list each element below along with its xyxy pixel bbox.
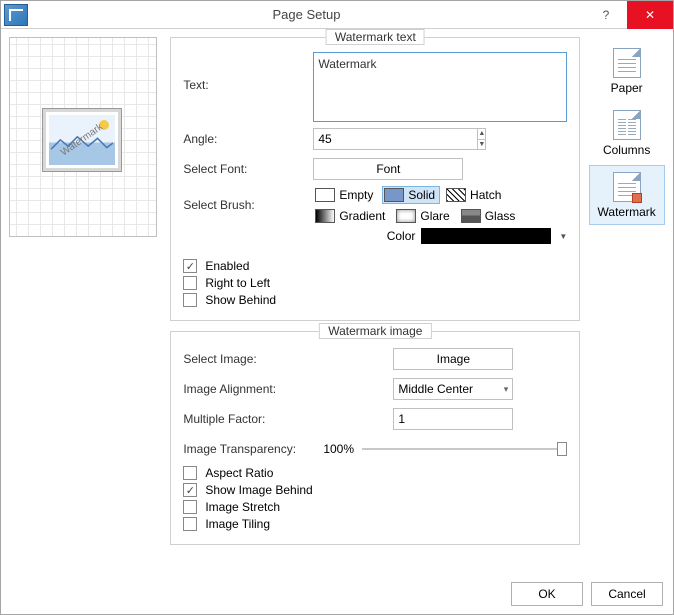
watermark-image-legend: Watermark image xyxy=(319,323,431,339)
page-preview: Watermark xyxy=(9,37,157,237)
angle-label: Angle: xyxy=(183,132,313,146)
show-behind-checkbox[interactable]: Show Behind xyxy=(183,293,567,307)
brush-solid[interactable]: Solid xyxy=(382,186,440,204)
alignment-label: Image Alignment: xyxy=(183,382,393,396)
brush-empty[interactable]: Empty xyxy=(313,186,378,204)
paper-icon xyxy=(613,48,641,78)
multiple-input[interactable] xyxy=(393,408,513,430)
transparency-label: Image Transparency: xyxy=(183,442,323,456)
category-sidebar: Paper Columns Watermark xyxy=(588,37,665,574)
text-label: Text: xyxy=(183,52,313,92)
watermark-text-group: Watermark text Text: Angle: ▲ ▼ xyxy=(170,37,580,321)
watermark-icon xyxy=(613,172,641,202)
sidebar-item-watermark[interactable]: Watermark xyxy=(589,165,665,225)
angle-up[interactable]: ▲ xyxy=(478,129,485,139)
angle-input[interactable] xyxy=(313,128,478,150)
angle-down[interactable]: ▼ xyxy=(478,139,485,150)
image-button[interactable]: Image xyxy=(393,348,513,370)
alignment-select[interactable]: Middle Center xyxy=(393,378,513,400)
watermark-text-input[interactable] xyxy=(313,52,567,122)
color-label: Color xyxy=(387,229,416,243)
ok-button[interactable]: OK xyxy=(511,582,583,606)
brush-glare[interactable]: Glare xyxy=(394,207,454,225)
select-brush-label: Select Brush: xyxy=(183,186,313,212)
multiple-label: Multiple Factor: xyxy=(183,412,393,426)
close-button[interactable]: ✕ xyxy=(627,1,673,29)
transparency-slider[interactable] xyxy=(362,440,567,458)
titlebar: Page Setup ? ✕ xyxy=(1,1,673,29)
brush-hatch[interactable]: Hatch xyxy=(444,186,506,204)
aspect-ratio-checkbox[interactable]: Aspect Ratio xyxy=(183,466,567,480)
dialog-footer: OK Cancel xyxy=(1,574,673,614)
image-tiling-checkbox[interactable]: Image Tiling xyxy=(183,517,567,531)
cancel-button[interactable]: Cancel xyxy=(591,582,663,606)
brush-gradient[interactable]: Gradient xyxy=(313,207,390,225)
select-image-label: Select Image: xyxy=(183,352,393,366)
sidebar-item-columns[interactable]: Columns xyxy=(589,103,665,163)
color-dropdown-icon[interactable]: ▼ xyxy=(559,232,567,241)
transparency-value: 100% xyxy=(323,442,354,456)
font-button[interactable]: Font xyxy=(313,158,463,180)
show-image-behind-checkbox[interactable]: ✓Show Image Behind xyxy=(183,483,567,497)
color-swatch[interactable] xyxy=(421,228,551,244)
watermark-image-group: Watermark image Select Image: Image Imag… xyxy=(170,331,580,545)
help-button[interactable]: ? xyxy=(585,1,627,29)
select-font-label: Select Font: xyxy=(183,162,313,176)
brush-glass[interactable]: Glass xyxy=(459,207,521,225)
window-title: Page Setup xyxy=(28,7,585,22)
angle-spinner[interactable]: ▲ ▼ xyxy=(313,128,463,150)
sidebar-item-paper[interactable]: Paper xyxy=(589,41,665,101)
rtl-checkbox[interactable]: Right to Left xyxy=(183,276,567,290)
watermark-text-legend: Watermark text xyxy=(326,29,425,45)
app-icon xyxy=(4,4,28,26)
page-setup-dialog: Page Setup ? ✕ Watermark Watermark text xyxy=(0,0,674,615)
preview-column: Watermark xyxy=(9,37,162,574)
image-stretch-checkbox[interactable]: Image Stretch xyxy=(183,500,567,514)
columns-icon xyxy=(613,110,641,140)
enabled-checkbox[interactable]: ✓Enabled xyxy=(183,259,567,273)
